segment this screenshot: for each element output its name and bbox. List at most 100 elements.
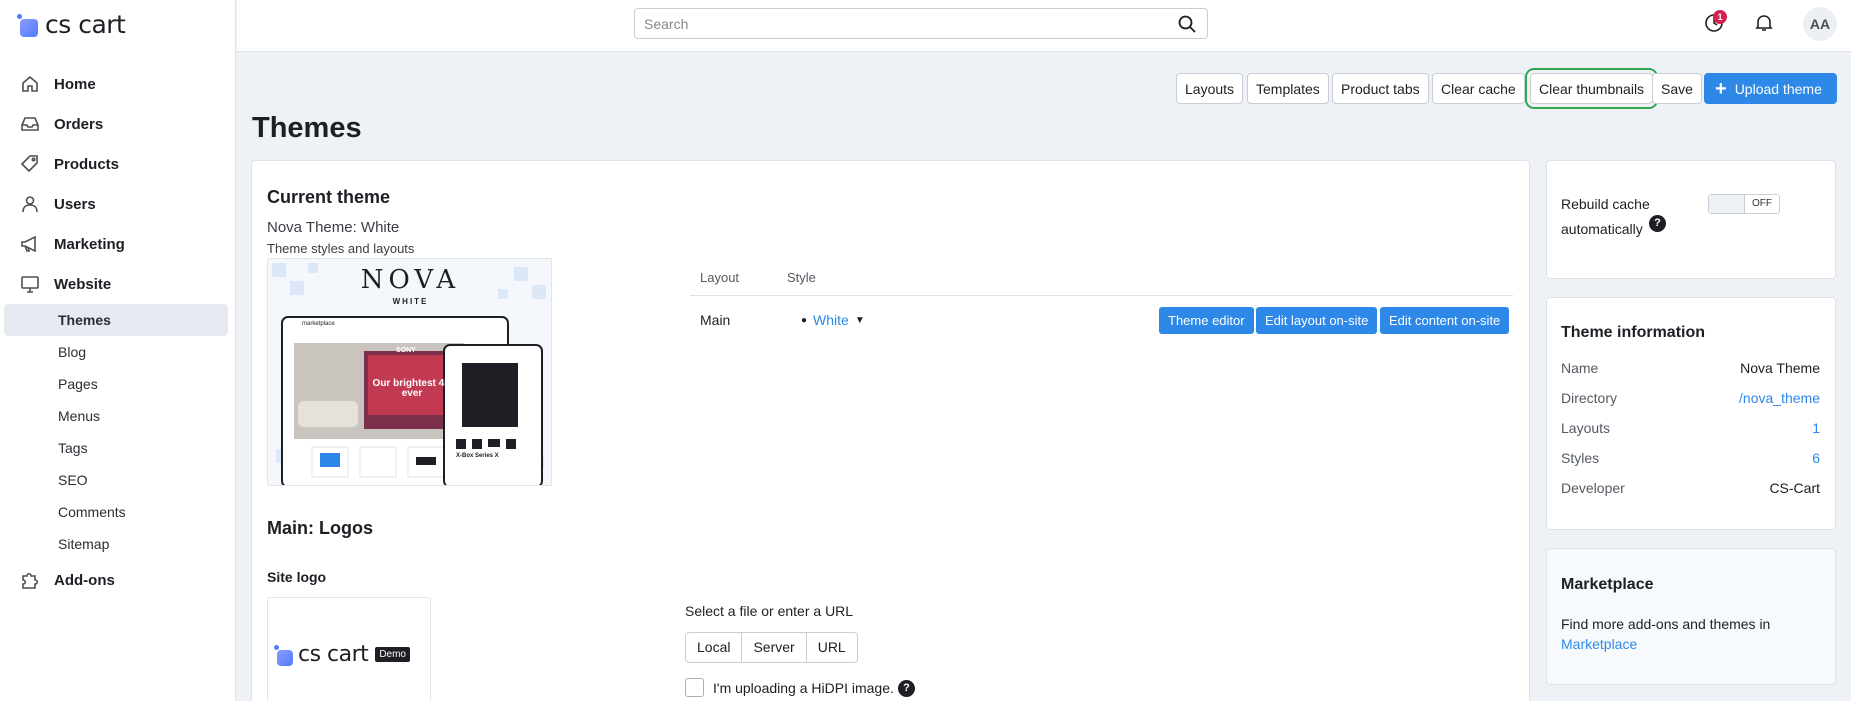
search-input[interactable] — [635, 9, 1135, 38]
file-prompt: Select a file or enter a URL — [685, 603, 854, 619]
sidebar-item-label: Marketing — [54, 235, 125, 253]
search-icon[interactable] — [1177, 14, 1197, 37]
sidebar-subitem-themes[interactable]: Themes — [4, 304, 228, 336]
save-button[interactable]: Save — [1652, 73, 1702, 104]
source-url-button[interactable]: URL — [807, 633, 857, 662]
sidebar-item-label: Products — [54, 155, 120, 173]
templates-button[interactable]: Templates — [1247, 73, 1329, 104]
info-row-styles: Styles 6 — [1561, 450, 1820, 466]
sidebar-item-marketing[interactable]: Marketing — [0, 224, 236, 264]
edit-layout-button[interactable]: Edit layout on-site — [1256, 307, 1378, 334]
sidebar: cs cart Home Orders Products Users Marke… — [0, 0, 236, 701]
product-tabs-button[interactable]: Product tabs — [1332, 73, 1429, 104]
home-icon — [20, 74, 40, 94]
site-logo-label: Site logo — [267, 569, 327, 585]
marketplace-text: Find more add-ons and themes in — [1561, 616, 1771, 632]
upload-theme-label: Upload theme — [1734, 80, 1822, 97]
style-value: White — [813, 312, 849, 328]
info-key: Name — [1561, 360, 1599, 376]
source-local-button[interactable]: Local — [686, 633, 743, 662]
info-value: Nova Theme — [1740, 360, 1820, 376]
hidpi-help-icon[interactable]: ? — [898, 680, 915, 697]
logos-heading: Main: Logos — [267, 518, 373, 538]
site-logo-preview[interactable]: cs cart Demo — [267, 597, 431, 701]
puzzle-icon — [20, 570, 40, 590]
style-selector[interactable]: ● White ▼ — [801, 312, 865, 328]
sidebar-subitem-sitemap[interactable]: Sitemap — [4, 528, 228, 560]
info-value: CS-Cart — [1769, 480, 1820, 496]
info-key: Styles — [1561, 450, 1600, 466]
cs-cart-logo[interactable]: cs cart — [17, 10, 126, 39]
current-theme-heading: Current theme — [267, 187, 391, 207]
rebuild-label-line2: automatically — [1561, 221, 1643, 237]
sidebar-subitem-blog[interactable]: Blog — [4, 336, 228, 368]
toggle-state: OFF — [1752, 198, 1772, 209]
sidebar-item-addons[interactable]: Add-ons — [0, 560, 236, 600]
bullet-icon: ● — [801, 314, 808, 326]
monitor-icon — [20, 274, 40, 294]
rebuild-label-line1: Rebuild cache — [1561, 196, 1650, 212]
hidpi-checkbox[interactable] — [685, 678, 704, 697]
bell-icon[interactable] — [1754, 13, 1774, 36]
styles-count-link[interactable]: 6 — [1812, 450, 1820, 466]
sidebar-subitem-pages[interactable]: Pages — [4, 368, 228, 400]
col-header-style: Style — [787, 270, 816, 285]
sidebar-item-label: Users — [54, 195, 96, 213]
preview-banner-text: Our brightest 4K ever — [372, 378, 452, 399]
directory-link[interactable]: /nova_theme — [1739, 390, 1820, 406]
sidebar-item-orders[interactable]: Orders — [0, 104, 236, 144]
source-server-button[interactable]: Server — [742, 633, 807, 662]
preview-logo-text: cs cart — [298, 642, 369, 667]
sidebar-subitem-seo[interactable]: SEO — [4, 464, 228, 496]
preview-product-name: X-Box Series X — [456, 453, 499, 459]
layout-value: Main — [700, 312, 731, 328]
clear-thumbnails-button[interactable]: Clear thumbnails — [1524, 68, 1659, 109]
preview-brand: NOVA — [360, 265, 461, 295]
rebuild-help-icon[interactable]: ? — [1649, 215, 1666, 232]
upload-theme-button[interactable]: + Upload theme — [1704, 73, 1837, 104]
user-avatar[interactable]: AA — [1803, 7, 1837, 41]
sidebar-item-label: Add-ons — [54, 571, 115, 589]
layouts-button[interactable]: Layouts — [1176, 73, 1244, 104]
file-source-selector: Local Server URL — [685, 632, 858, 663]
sidebar-item-website[interactable]: Website — [0, 264, 236, 304]
edit-content-button[interactable]: Edit content on-site — [1380, 307, 1510, 334]
toggle-knob — [1709, 195, 1745, 213]
page-title: Themes — [252, 112, 362, 144]
sidebar-subitem-comments[interactable]: Comments — [4, 496, 228, 528]
sidebar-subitem-menus[interactable]: Menus — [4, 400, 228, 432]
info-row-name: Name Nova Theme — [1561, 360, 1820, 376]
plus-icon: + — [1715, 77, 1727, 100]
clear-cache-button[interactable]: Clear cache — [1432, 73, 1525, 104]
current-theme-subtitle: Theme styles and layouts — [267, 241, 415, 256]
theme-preview-thumbnail[interactable]: NOVA WHITE marketplace SONY Our brightes… — [267, 258, 552, 486]
logo-mark-icon — [274, 644, 294, 666]
sidebar-item-label: Home — [54, 75, 96, 93]
layouts-count-link[interactable]: 1 — [1812, 420, 1820, 436]
info-row-layouts: Layouts 1 — [1561, 420, 1820, 436]
theme-editor-button[interactable]: Theme editor — [1159, 307, 1254, 334]
sidebar-item-products[interactable]: Products — [0, 144, 236, 184]
marketplace-heading: Marketplace — [1561, 576, 1654, 593]
col-header-layout: Layout — [700, 270, 740, 285]
preview-banner-brand: SONY — [396, 347, 416, 354]
user-icon — [20, 194, 40, 214]
info-key: Directory — [1561, 390, 1618, 406]
sidebar-subitem-tags[interactable]: Tags — [4, 432, 228, 464]
hidpi-label: I'm uploading a HiDPI image. — [713, 680, 894, 696]
topbar — [237, 0, 1851, 52]
sidebar-item-home[interactable]: Home — [0, 64, 236, 104]
current-theme-name: Nova Theme: White — [267, 219, 400, 236]
rebuild-cache-toggle[interactable]: OFF — [1708, 194, 1780, 214]
search-box — [634, 8, 1208, 39]
marketplace-link[interactable]: Marketplace — [1561, 636, 1637, 652]
theme-info-heading: Theme information — [1561, 324, 1706, 341]
logo-mark-icon — [17, 13, 39, 37]
logo-text: cs cart — [45, 10, 126, 39]
caret-down-icon: ▼ — [854, 314, 865, 326]
table-divider — [690, 295, 1513, 296]
info-key: Layouts — [1561, 420, 1611, 436]
sidebar-item-label: Orders — [54, 115, 104, 133]
preview-logo: cs cart Demo — [274, 642, 410, 667]
sidebar-item-users[interactable]: Users — [0, 184, 236, 224]
